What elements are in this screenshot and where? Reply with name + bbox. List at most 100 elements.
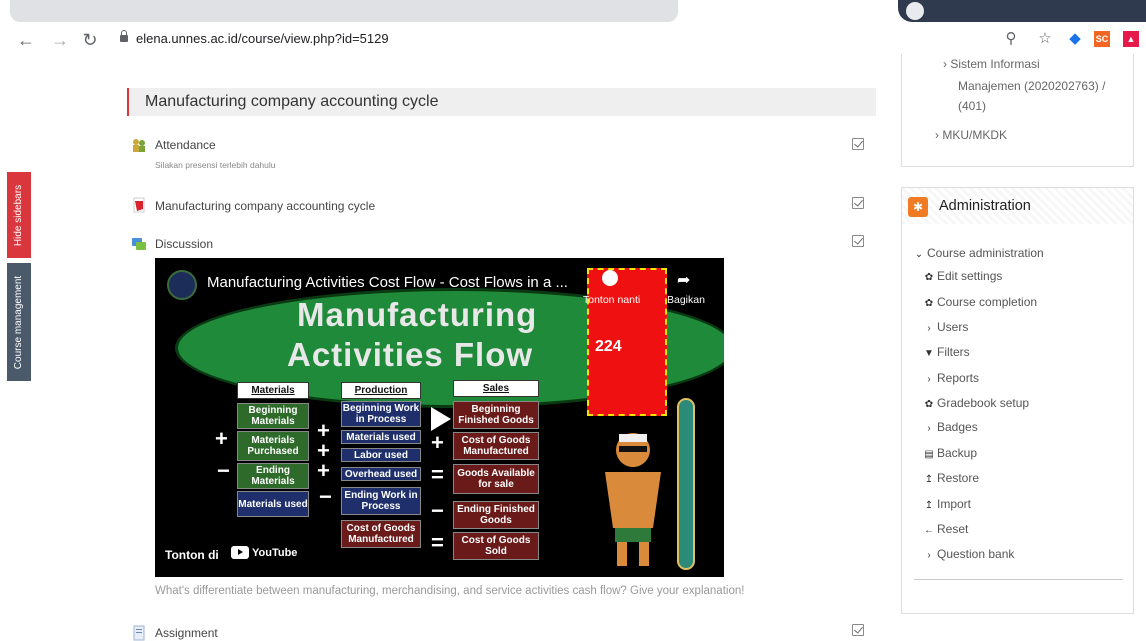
nav-mku-link[interactable]: › MKU/MKDK [935, 128, 1007, 142]
attendance-description: Silakan presensi terlebih dahulu [155, 160, 276, 170]
hide-sidebars-tab[interactable]: Hide sidebars [7, 172, 31, 258]
course-management-tab[interactable]: Course management [7, 263, 31, 381]
youtube-label[interactable]: YouTube [252, 547, 297, 559]
embedded-video[interactable]: Manufacturing Activities Cost Flow - Cos… [155, 258, 724, 577]
admin-item-label: Course completion [937, 295, 1038, 309]
extension-sc-icon[interactable]: SC [1094, 31, 1110, 47]
admin-restore[interactable]: ↥ Restore [923, 471, 979, 485]
production-cell: Ending Work in Process [341, 487, 421, 515]
nav-course-link-cont[interactable]: Manajemen (2020202763) / [958, 79, 1105, 93]
activity-assignment[interactable]: Assignment [155, 626, 218, 640]
admin-item-label: Question bank [937, 547, 1015, 561]
admin-item-label: Course administration [927, 246, 1044, 260]
admin-reset[interactable]: ← Reset [923, 522, 968, 536]
admin-gradebook-setup[interactable]: ✿ Gradebook setup [923, 396, 1029, 410]
admin-item-label: Reset [937, 522, 969, 536]
minus-sign: − [431, 498, 444, 523]
sales-cell: Ending Finished Goods [453, 501, 539, 529]
chevron-right-icon: › [927, 323, 931, 334]
administration-block: ✱ Administration ⌄ Course administration … [901, 187, 1134, 614]
tab-strip [0, 0, 1146, 24]
sales-cell: Cost of Goods Manufactured [453, 432, 539, 460]
equals-sign: = [431, 530, 444, 555]
admin-item-label: Filters [937, 345, 970, 359]
gear-icon: ✿ [924, 272, 934, 283]
browser-tab-active[interactable] [898, 0, 1146, 22]
address-bar[interactable]: elena.unnes.ac.id/course/view.php?id=512… [136, 31, 389, 46]
admin-filters[interactable]: ▼ Filters [923, 345, 970, 359]
admin-course-administration[interactable]: ⌄ Course administration [913, 246, 1044, 260]
attendance-icon [133, 139, 145, 152]
admin-badges[interactable]: › Badges [923, 420, 977, 434]
admin-reports[interactable]: › Reports [923, 371, 979, 385]
section-header: Manufacturing company accounting cycle [127, 88, 876, 116]
reload-icon[interactable]: ↻ [80, 30, 100, 50]
admin-item-label: Edit settings [937, 269, 1003, 283]
production-cell: Overhead used [341, 467, 421, 481]
activity-resource[interactable]: Manufacturing company accounting cycle [155, 199, 375, 213]
admin-question-bank[interactable]: › Question bank [923, 547, 1014, 561]
completion-checkbox[interactable] [852, 138, 864, 150]
extension-red-icon[interactable]: ▲ [1123, 31, 1139, 47]
admin-header: ✱ Administration [902, 188, 1133, 224]
watch-later-icon[interactable] [602, 270, 618, 286]
arrow-left-icon: ← [924, 525, 934, 536]
completion-checkbox[interactable] [852, 624, 864, 636]
share-icon[interactable]: ➦ [677, 270, 690, 290]
divider [914, 579, 1123, 580]
course-management-label: Course management [13, 275, 25, 369]
admin-backup[interactable]: ▤ Backup [923, 446, 977, 460]
activity-attendance[interactable]: Attendance [155, 138, 216, 152]
youtube-logo-icon[interactable] [231, 546, 249, 559]
sales-header: Sales [453, 380, 539, 397]
sales-cell: Goods Available for sale [453, 464, 539, 494]
filter-icon: ▼ [924, 348, 934, 359]
sales-cell: Cost of Goods Sold [453, 532, 539, 560]
browser-tab[interactable] [10, 0, 678, 22]
upload-icon: ↥ [924, 500, 934, 511]
sales-cell: Beginning Finished Goods [453, 401, 539, 429]
activity-discussion[interactable]: Discussion [155, 237, 213, 251]
plus-sign: + [317, 458, 330, 483]
browser-toolbar: ← → ↻ elena.unnes.ac.id/course/view.php?… [0, 24, 1146, 58]
star-icon[interactable]: ☆ [1035, 29, 1055, 49]
backup-icon: ▤ [924, 449, 934, 460]
upload-icon: ↥ [924, 474, 934, 485]
tab-favicon-icon [906, 2, 924, 20]
admin-edit-settings[interactable]: ✿ Edit settings [923, 269, 1003, 283]
admin-course-completion[interactable]: ✿ Course completion [923, 295, 1037, 309]
admin-import[interactable]: ↥ Import [923, 497, 971, 511]
cartoon-character-icon [605, 433, 661, 566]
equals-sign: = [431, 462, 444, 487]
back-arrow-icon[interactable]: ← [16, 30, 36, 50]
production-cell: Cost of Goods Manufactured [341, 520, 421, 548]
watch-later-label[interactable]: Tonton nanti [583, 294, 640, 306]
production-cell: Beginning Work in Process [341, 401, 421, 427]
video-number: 224 [595, 338, 622, 355]
surfboard-shape [677, 398, 695, 570]
nav-course-link-cont[interactable]: (401) [958, 99, 986, 113]
zoom-icon[interactable]: ⚲ [1001, 29, 1021, 49]
extension-blue-icon[interactable]: ◆ [1065, 29, 1085, 49]
section-title: Manufacturing company accounting cycle [145, 93, 439, 110]
completion-checkbox[interactable] [852, 197, 864, 209]
minus-sign: − [319, 484, 332, 509]
minus-sign: − [217, 458, 230, 483]
navigation-block: › Sistem Informasi Manajemen (2020202763… [901, 54, 1134, 167]
play-icon[interactable] [421, 401, 457, 437]
video-title[interactable]: Manufacturing Activities Cost Flow - Cos… [207, 274, 568, 291]
production-cell: Materials used [341, 430, 421, 444]
admin-title: Administration [939, 198, 1031, 214]
channel-logo-icon[interactable] [167, 270, 197, 300]
materials-cell: Materials used [237, 491, 309, 517]
share-label[interactable]: Bagikan [667, 294, 705, 306]
admin-item-label: Reports [937, 371, 980, 385]
forward-arrow-icon[interactable]: → [50, 30, 70, 50]
chevron-right-icon: › [927, 423, 931, 434]
nav-course-link[interactable]: › Sistem Informasi [943, 57, 1040, 71]
lock-icon [120, 30, 128, 42]
plus-sign: + [215, 426, 228, 451]
watch-on-label[interactable]: Tonton di [165, 548, 219, 562]
admin-users[interactable]: › Users [923, 320, 968, 334]
completion-checkbox[interactable] [852, 235, 864, 247]
